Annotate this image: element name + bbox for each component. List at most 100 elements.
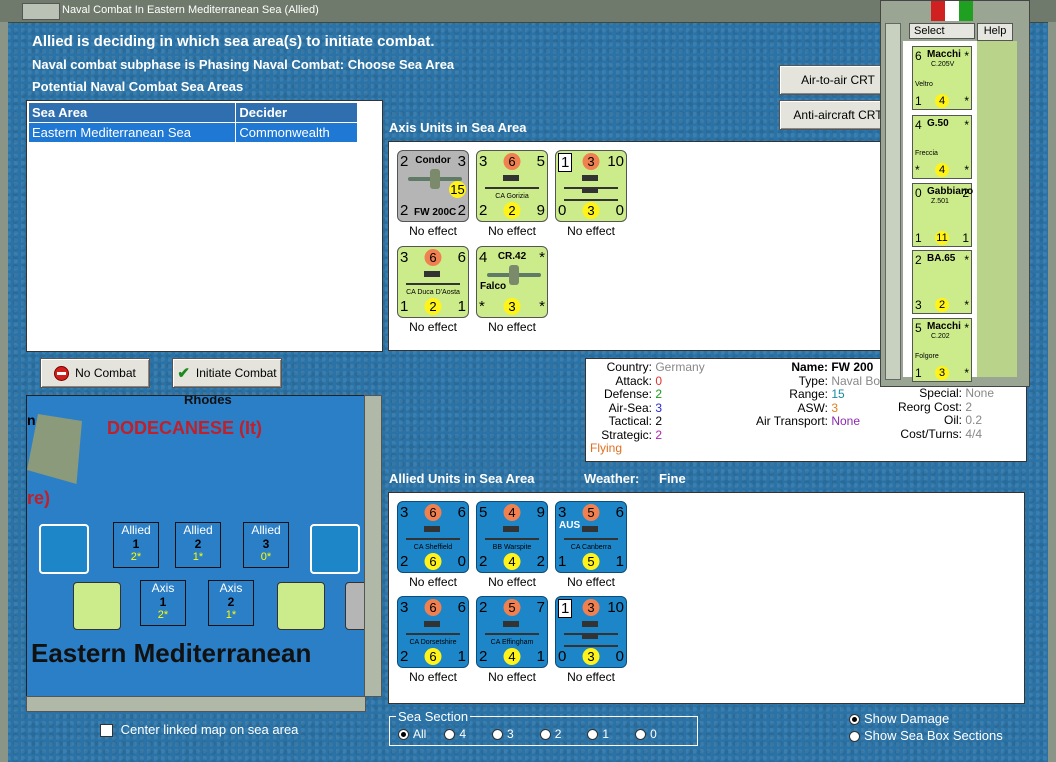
allied-unit[interactable]: 1 3 10 0 3 0 No effect [555, 596, 627, 684]
flying-status: Flying [590, 441, 623, 455]
status-line-1: Allied is deciding in which sea area(s) … [32, 33, 435, 50]
detail-label: Oil: [944, 413, 962, 427]
sea-section-option[interactable]: 3 [492, 727, 514, 741]
sea-box-side: Allied [121, 523, 151, 537]
combat-effect: No effect [409, 575, 457, 589]
radio-button[interactable] [492, 729, 504, 741]
combat-effect: No effect [409, 224, 457, 238]
map-counter-dorsetshire[interactable] [310, 524, 360, 574]
sea-box-axis-2[interactable]: Axis 2 1* [208, 580, 254, 626]
attack-circle: 6 [424, 249, 442, 266]
sea-box-allied-2[interactable]: Allied 2 1* [175, 522, 221, 568]
radio-button[interactable] [398, 729, 409, 741]
attack-circle: 6 [424, 599, 442, 616]
tab-select[interactable]: Select [909, 23, 975, 39]
unit-list-sidebar [977, 41, 1017, 377]
radio-button[interactable] [635, 729, 647, 741]
window-menu-button[interactable] [22, 3, 60, 20]
range-value: 15 [831, 387, 845, 401]
no-combat-button[interactable]: No Combat [40, 358, 150, 388]
header-sea-area[interactable]: Sea Area [27, 102, 237, 123]
map-counter-canberra[interactable] [39, 524, 89, 574]
unit-stat: 5 [536, 153, 545, 170]
radio-button[interactable] [587, 729, 599, 741]
unit-counter[interactable]: 2 5 7 CA Effingham 2 4 1 [476, 596, 548, 668]
unit-counter[interactable]: 3 6 5 CA Gorizia 2 2 9 [476, 150, 548, 222]
ship-icon [406, 621, 460, 635]
map-vertical-scrollbar[interactable] [364, 395, 382, 697]
unit-stat: * [964, 94, 969, 108]
radio-button[interactable] [539, 729, 551, 741]
allied-unit[interactable]: 3 6 6 CA Sheffield 2 6 0 No effect [397, 501, 469, 589]
side-scrollbar[interactable] [885, 23, 901, 380]
unit-counter[interactable]: 2 Condor 3 15 2 FW 200C 2 [397, 150, 469, 222]
checkbox-box[interactable] [100, 724, 113, 738]
radio-on[interactable] [849, 714, 860, 726]
defense-circle: 3 [582, 648, 600, 665]
side-unit-counter[interactable]: 4 G.50 * Freccia * 4 * [912, 115, 972, 179]
defense-circle: 4 [935, 163, 949, 177]
sea-section-option[interactable]: 4 [444, 727, 466, 741]
unit-stat: * [479, 298, 485, 315]
sea-box-number: 2 [194, 537, 202, 551]
strategic-value: 2 [655, 427, 663, 442]
side-unit-counter[interactable]: 2 BA.65 * 3 2 * [912, 250, 972, 314]
map-counter-condor[interactable] [345, 582, 365, 630]
unit-counter[interactable]: 3 5 6 AUS CA Canberra 1 5 1 [555, 501, 627, 573]
axis-unit-condor[interactable]: 2 Condor 3 15 2 FW 200C 2 No effect [397, 150, 469, 238]
combat-effect: No effect [488, 320, 536, 334]
sea-section-option[interactable]: All [398, 727, 426, 741]
unit-name: CA Gorizia [495, 193, 529, 200]
side-unit-counter[interactable]: 0 Gabbiano 2 Z.501 1 11 1 [912, 183, 973, 247]
sea-box-allied-3[interactable]: Allied 3 0* [243, 522, 289, 568]
map-label-fragment: n [27, 412, 36, 428]
sea-section-option[interactable]: 1 [587, 727, 609, 741]
cell-sea-area[interactable]: Eastern Mediterranean Sea [27, 122, 237, 143]
unit-counter[interactable]: 4 CR.42 * Falco * 3 * [476, 246, 548, 318]
axis-unit-gorizia[interactable]: 3 6 5 CA Gorizia 2 2 9 No effect [476, 150, 548, 238]
unit-counter[interactable]: 1 3 10 0 3 0 [555, 596, 627, 668]
unit-counter[interactable]: 3 6 6 CA Sheffield 2 6 0 [397, 501, 469, 573]
show-damage-radio[interactable]: Show Damage [849, 711, 949, 726]
radio-off[interactable] [849, 731, 860, 743]
radio-label: 0 [650, 727, 657, 741]
side-unit-counter[interactable]: 5 Macchi * C.202 Folgore 1 3 * [912, 318, 972, 382]
defense-value: 2 [655, 387, 663, 401]
unit-counter[interactable]: 1 3 10 0 3 0 [555, 150, 627, 222]
unit-counter[interactable]: 3 6 6 CA Duca D'Aosta 1 2 1 [397, 246, 469, 318]
attack-circle: 6 [424, 504, 442, 521]
special-value: None [965, 386, 995, 400]
unit-code: C.202 [931, 333, 950, 340]
sea-box-allied-1[interactable]: Allied 1 2* [113, 522, 159, 568]
type-value: Naval Bo [831, 373, 881, 388]
allied-unit[interactable]: 3 6 6 CA Dorsetshire 2 6 1 No effect [397, 596, 469, 684]
center-linked-checkbox[interactable]: Center linked map on sea area [100, 722, 298, 738]
map-counter-gorizia[interactable] [277, 582, 325, 630]
show-sea-box-radio[interactable]: Show Sea Box Sections [849, 728, 1003, 743]
linked-map[interactable]: Rhodes n DODECANESE (It) re) Allied 1 2*… [26, 395, 366, 697]
table-row[interactable]: Eastern Mediterranean Sea Commonwealth [27, 122, 358, 143]
allied-unit[interactable]: 5 4 9 BB Warspite 2 4 2 No effect [476, 501, 548, 589]
attack-circle: 3 [582, 153, 600, 170]
side-unit-counter[interactable]: 6 Macchi * C.205V Veltro 1 4 * [912, 46, 972, 110]
unit-stat: 6 [457, 504, 466, 521]
unit-counter[interactable]: 5 4 9 BB Warspite 2 4 2 [476, 501, 548, 573]
initiate-combat-button[interactable]: ✔ Initiate Combat [172, 358, 282, 388]
unit-code: Z.501 [931, 198, 949, 205]
tab-help[interactable]: Help [977, 23, 1013, 41]
cell-decider[interactable]: Commonwealth [235, 122, 358, 143]
sea-section-option[interactable]: 0 [635, 727, 657, 741]
allied-unit[interactable]: 3 5 6 AUS CA Canberra 1 5 1 No effect [555, 501, 627, 589]
radio-button[interactable] [444, 729, 456, 741]
allied-unit[interactable]: 2 5 7 CA Effingham 2 4 1 No effect [476, 596, 548, 684]
sea-area-table: Sea Area Decider Eastern Mediterranean S… [27, 102, 358, 143]
map-horizontal-scrollbar[interactable] [26, 696, 366, 712]
axis-unit-duca-daosta[interactable]: 3 6 6 CA Duca D'Aosta 1 2 1 No effect [397, 246, 469, 334]
map-counter-cr42[interactable] [73, 582, 121, 630]
axis-unit-transport[interactable]: 1 3 10 0 3 0 No effect [555, 150, 627, 238]
axis-unit-cr42[interactable]: 4 CR.42 * Falco * 3 * No effect [476, 246, 548, 334]
sea-section-option[interactable]: 2 [539, 727, 561, 741]
header-decider[interactable]: Decider [235, 102, 358, 123]
unit-counter[interactable]: 3 6 6 CA Dorsetshire 2 6 1 [397, 596, 469, 668]
sea-box-axis-1[interactable]: Axis 1 2* [140, 580, 186, 626]
